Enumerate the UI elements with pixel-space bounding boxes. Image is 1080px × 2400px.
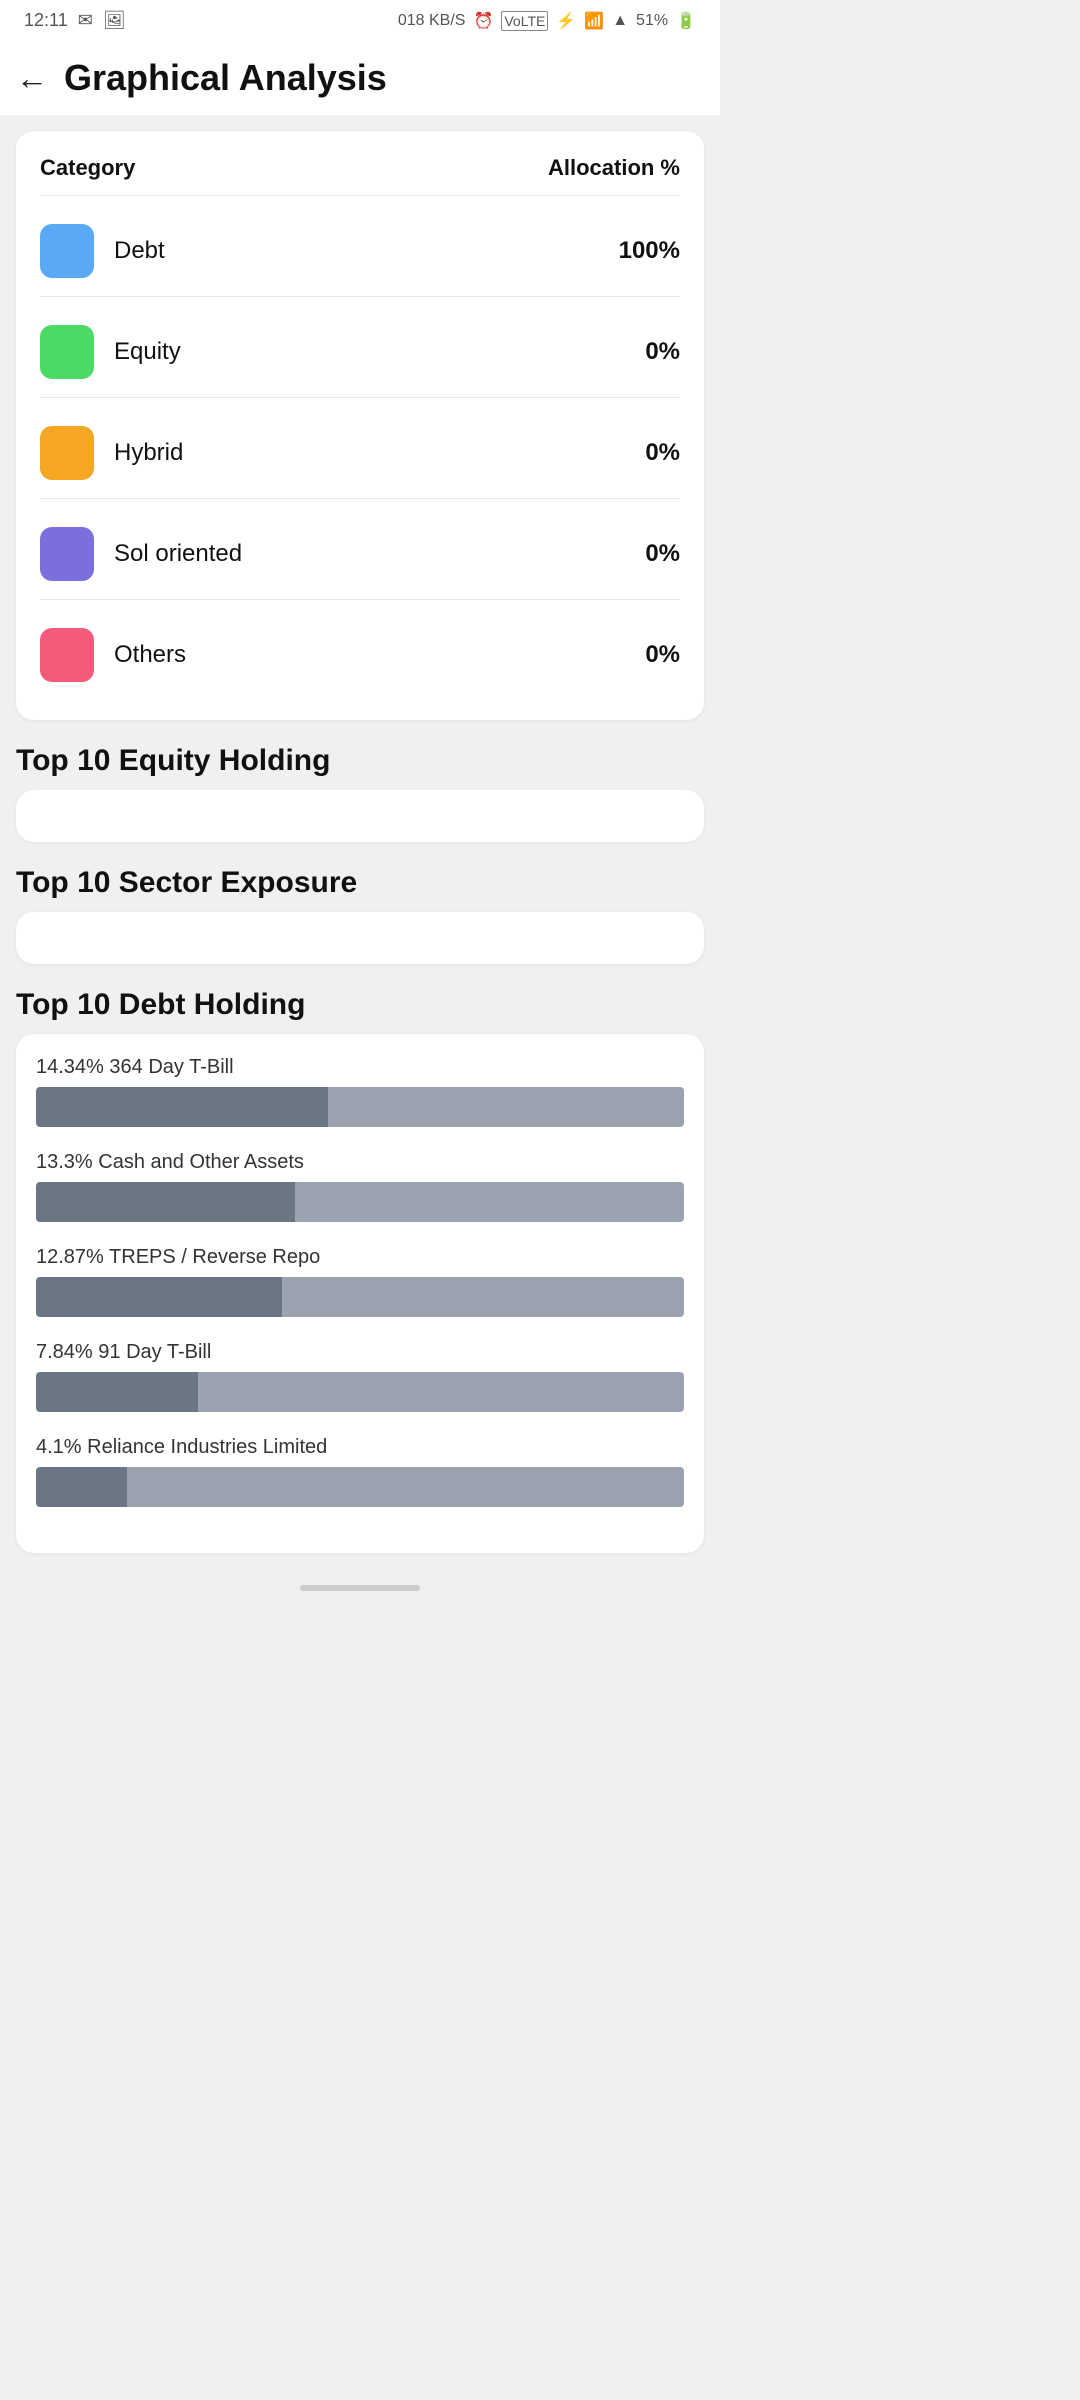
debt-bar-track bbox=[36, 1182, 684, 1222]
debt-bar-fill bbox=[36, 1182, 295, 1222]
allocation-pct: 0% bbox=[645, 439, 680, 467]
status-bar: 12:11 ✉ 🖼 018 KB/S ⏰ VoLTE ⚡ 📶 ▲ 51% 🔋 bbox=[0, 0, 720, 39]
debt-bar-fill bbox=[36, 1467, 127, 1507]
allocation-row: Debt 100% bbox=[40, 210, 680, 292]
row-divider bbox=[40, 296, 680, 297]
allocation-left: Debt bbox=[40, 224, 165, 278]
category-color-swatch bbox=[40, 628, 94, 682]
allocation-row: Equity 0% bbox=[40, 311, 680, 393]
back-button[interactable]: ← bbox=[16, 60, 48, 97]
status-time: 12:11 bbox=[24, 10, 68, 31]
header: ← Graphical Analysis bbox=[0, 39, 720, 115]
category-color-swatch bbox=[40, 426, 94, 480]
network-speed: 018 KB/S bbox=[398, 12, 466, 30]
volte-icon: VoLTE bbox=[501, 11, 548, 31]
allocation-left: Hybrid bbox=[40, 426, 183, 480]
debt-bar-label: 14.34% 364 Day T-Bill bbox=[36, 1056, 684, 1079]
debt-bar-fill bbox=[36, 1277, 282, 1317]
col-category-label: Category bbox=[40, 155, 135, 181]
row-divider bbox=[40, 498, 680, 499]
category-rows: Debt 100% Equity 0% Hybrid 0% Sol orient… bbox=[40, 210, 680, 696]
category-color-swatch bbox=[40, 325, 94, 379]
wifi-icon: 📶 bbox=[584, 11, 604, 31]
debt-bar-track bbox=[36, 1467, 684, 1507]
sector-heading: Top 10 Sector Exposure bbox=[16, 866, 704, 900]
alarm-icon: ⏰ bbox=[473, 11, 493, 31]
category-name: Others bbox=[114, 641, 186, 669]
category-name: Sol oriented bbox=[114, 540, 242, 568]
signal-icon: ▲ bbox=[612, 12, 628, 30]
debt-bars: 14.34% 364 Day T-Bill 13.3% Cash and Oth… bbox=[36, 1056, 684, 1507]
debt-bar-label: 7.84% 91 Day T-Bill bbox=[36, 1341, 684, 1364]
allocation-left: Equity bbox=[40, 325, 181, 379]
allocation-row: Sol oriented 0% bbox=[40, 513, 680, 595]
scroll-indicator bbox=[0, 1569, 720, 1599]
gallery-icon: 🖼 bbox=[103, 10, 126, 31]
category-color-swatch bbox=[40, 527, 94, 581]
row-divider bbox=[40, 599, 680, 600]
debt-bar-item: 14.34% 364 Day T-Bill bbox=[36, 1056, 684, 1127]
gmail-icon: ✉ bbox=[78, 10, 93, 31]
main-content: Category Allocation % Debt 100% Equity 0… bbox=[0, 115, 720, 1569]
category-name: Equity bbox=[114, 338, 181, 366]
bluetooth-icon: ⚡ bbox=[556, 11, 576, 31]
debt-bar-fill bbox=[36, 1372, 198, 1412]
debt-bar-track bbox=[36, 1087, 684, 1127]
category-name: Debt bbox=[114, 237, 165, 265]
debt-bar-fill bbox=[36, 1087, 328, 1127]
equity-empty-card bbox=[16, 790, 704, 842]
debt-bar-item: 13.3% Cash and Other Assets bbox=[36, 1151, 684, 1222]
row-divider bbox=[40, 397, 680, 398]
category-allocation-card: Category Allocation % Debt 100% Equity 0… bbox=[16, 131, 704, 720]
allocation-pct: 100% bbox=[619, 237, 680, 265]
allocation-row: Others 0% bbox=[40, 614, 680, 696]
sector-empty-card bbox=[16, 912, 704, 964]
category-name: Hybrid bbox=[114, 439, 183, 467]
debt-holding-card: 14.34% 364 Day T-Bill 13.3% Cash and Oth… bbox=[16, 1034, 704, 1553]
battery-pct: 51% bbox=[636, 12, 668, 30]
allocation-row: Hybrid 0% bbox=[40, 412, 680, 494]
category-color-swatch bbox=[40, 224, 94, 278]
debt-bar-item: 4.1% Reliance Industries Limited bbox=[36, 1436, 684, 1507]
allocation-left: Others bbox=[40, 628, 186, 682]
equity-heading: Top 10 Equity Holding bbox=[16, 744, 704, 778]
debt-bar-item: 12.87% TREPS / Reverse Repo bbox=[36, 1246, 684, 1317]
allocation-left: Sol oriented bbox=[40, 527, 242, 581]
debt-bar-label: 12.87% TREPS / Reverse Repo bbox=[36, 1246, 684, 1269]
page-title: Graphical Analysis bbox=[64, 57, 387, 99]
scroll-bar bbox=[300, 1585, 420, 1591]
allocation-pct: 0% bbox=[645, 641, 680, 669]
col-allocation-label: Allocation % bbox=[548, 155, 680, 181]
debt-bar-track bbox=[36, 1372, 684, 1412]
debt-bar-track bbox=[36, 1277, 684, 1317]
debt-heading: Top 10 Debt Holding bbox=[16, 988, 704, 1022]
battery-icon: 🔋 bbox=[676, 11, 696, 31]
debt-bar-item: 7.84% 91 Day T-Bill bbox=[36, 1341, 684, 1412]
debt-bar-label: 13.3% Cash and Other Assets bbox=[36, 1151, 684, 1174]
header-divider bbox=[40, 195, 680, 196]
debt-bar-label: 4.1% Reliance Industries Limited bbox=[36, 1436, 684, 1459]
allocation-pct: 0% bbox=[645, 540, 680, 568]
allocation-pct: 0% bbox=[645, 338, 680, 366]
